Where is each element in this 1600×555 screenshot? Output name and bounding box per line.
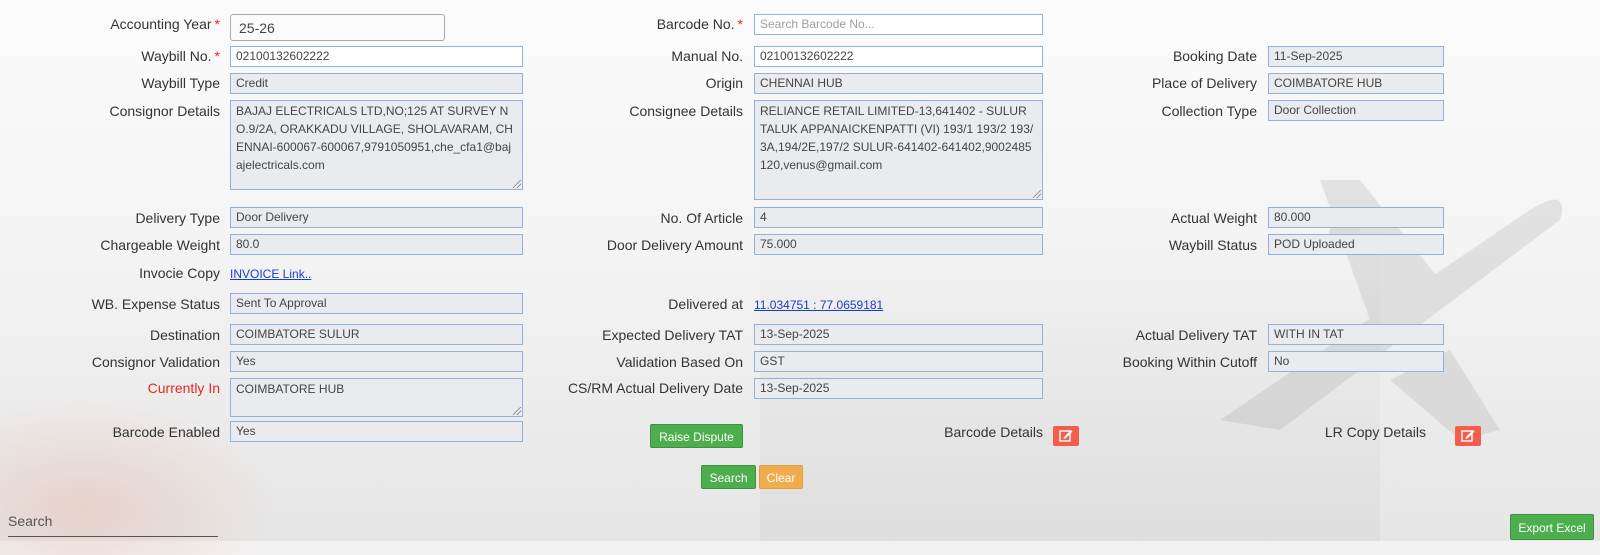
consignee-details-label: Consignee Details (629, 103, 743, 119)
waybill-status-field: POD Uploaded (1268, 234, 1444, 255)
cs-rm-actual-delivery-date-label: CS/RM Actual Delivery Date (567, 380, 743, 396)
collection-type-field: Door Collection (1268, 100, 1444, 121)
waybill-no-input[interactable]: 02100132602222 (230, 46, 523, 67)
destination-label: Destination (149, 327, 220, 343)
actual-weight-label: Actual Weight (1170, 210, 1257, 226)
actual-weight-field: 80.000 (1268, 207, 1444, 228)
delivered-at-label: Delivered at (668, 296, 743, 312)
place-of-delivery-label: Place of Delivery (1151, 75, 1257, 91)
barcode-details-label: Barcode Details (944, 424, 1043, 440)
delivered-at-location-link[interactable]: 11.034751 : 77.0659181 (754, 298, 883, 312)
grid-search-input[interactable]: Search (8, 513, 52, 529)
lr-copy-details-edit-button[interactable] (1455, 426, 1481, 446)
waybill-no-label: Waybill No. * (141, 48, 220, 64)
accounting-year-label: Accounting Year * (110, 16, 220, 32)
barcode-enabled-label: Barcode Enabled (112, 424, 220, 440)
invoice-copy-label: Invocie Copy (139, 265, 220, 281)
clear-button[interactable]: Clear (759, 465, 803, 489)
wb-expense-status-label: WB. Expense Status (91, 296, 220, 312)
manual-no-input[interactable]: 02100132602222 (754, 46, 1043, 67)
chargeable-weight-label: Chargeable Weight (100, 237, 220, 253)
expected-delivery-tat-label: Expected Delivery TAT (602, 327, 743, 343)
barcode-no-input[interactable]: Search Barcode No... (754, 14, 1043, 35)
validation-based-on-field: GST (754, 351, 1043, 372)
collection-type-label: Collection Type (1161, 103, 1257, 119)
barcode-details-edit-button[interactable] (1053, 426, 1079, 446)
expected-delivery-tat-field: 13-Sep-2025 (754, 324, 1043, 345)
validation-based-on-label: Validation Based On (616, 354, 743, 370)
booking-within-cutoff-label: Booking Within Cutoff (1122, 354, 1257, 370)
waybill-status-label: Waybill Status (1168, 237, 1257, 253)
delivery-type-field: Door Delivery (230, 207, 523, 228)
barcode-no-label: Barcode No. * (656, 16, 743, 32)
barcode-enabled-field: Yes (230, 421, 523, 442)
no-of-article-field: 4 (754, 207, 1043, 228)
booking-date-field: 11-Sep-2025 (1268, 46, 1444, 67)
chargeable-weight-field: 80.0 (230, 234, 523, 255)
search-button[interactable]: Search (701, 465, 756, 489)
place-of-delivery-field: COIMBATORE HUB (1268, 73, 1444, 94)
consignor-validation-field: Yes (230, 351, 523, 372)
currently-in-label: Currently In (147, 380, 220, 396)
edit-icon (1059, 430, 1073, 442)
resize-handle-icon[interactable] (1033, 190, 1041, 198)
door-delivery-amount-field: 75.000 (754, 234, 1043, 255)
resize-handle-icon[interactable] (513, 407, 521, 415)
consignee-details-textarea[interactable]: RELIANCE RETAIL LIMITED-13,641402 - SULU… (754, 100, 1043, 200)
actual-delivery-tat-field: WITH IN TAT (1268, 324, 1444, 345)
delivery-type-label: Delivery Type (135, 210, 220, 226)
grid-search-underline (8, 536, 218, 537)
raise-dispute-button[interactable]: Raise Dispute (650, 424, 743, 448)
consignor-validation-label: Consignor Validation (91, 354, 220, 370)
manual-no-label: Manual No. (671, 48, 743, 64)
cs-rm-actual-delivery-date-field: 13-Sep-2025 (754, 378, 1043, 399)
origin-field: CHENNAI HUB (754, 73, 1043, 94)
waybill-detail-form: Accounting Year * 25-26 Barcode No. * Sear… (0, 0, 1600, 541)
currently-in-textarea[interactable]: COIMBATORE HUB (230, 378, 523, 417)
origin-label: Origin (705, 75, 743, 91)
waybill-type-label: Waybill Type (141, 75, 220, 91)
resize-handle-icon[interactable] (513, 180, 521, 188)
actual-delivery-tat-label: Actual Delivery TAT (1135, 327, 1257, 343)
booking-date-label: Booking Date (1172, 48, 1257, 64)
consignor-details-label: Consignor Details (109, 103, 221, 119)
door-delivery-amount-label: Door Delivery Amount (606, 237, 743, 253)
export-excel-button[interactable]: Export Excel (1510, 514, 1594, 540)
wb-expense-status-field: Sent To Approval (230, 293, 523, 314)
booking-within-cutoff-field: No (1268, 351, 1444, 372)
consignor-details-textarea[interactable]: BAJAJ ELECTRICALS LTD,NO;125 AT SURVEY N… (230, 100, 523, 190)
waybill-type-field: Credit (230, 73, 523, 94)
destination-field: COIMBATORE SULUR (230, 324, 523, 345)
lr-copy-details-label: LR Copy Details (1324, 424, 1426, 440)
no-of-article-label: No. Of Article (660, 210, 743, 226)
accounting-year-select[interactable]: 25-26 (230, 14, 445, 41)
invoice-link[interactable]: INVOICE Link.. (230, 267, 311, 281)
edit-icon (1461, 430, 1475, 442)
